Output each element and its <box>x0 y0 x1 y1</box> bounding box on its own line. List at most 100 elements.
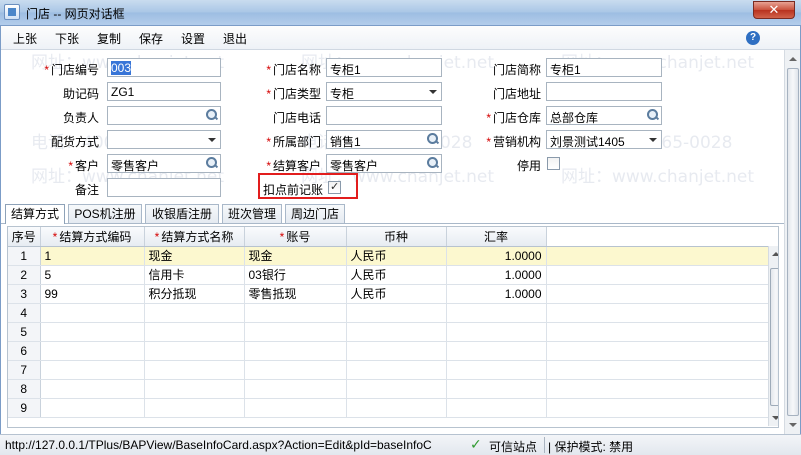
column-header-index[interactable]: 序号 <box>8 227 41 247</box>
cell-currency[interactable] <box>346 360 447 380</box>
customer-input[interactable]: 零售客户 <box>107 154 221 173</box>
store-code-input[interactable]: 003 <box>107 58 221 77</box>
cell-code[interactable]: 5 <box>40 265 145 285</box>
cell-rate[interactable] <box>446 341 547 361</box>
cell-rate[interactable] <box>446 398 547 418</box>
tab-cash-shield[interactable]: 收银盾注册 <box>145 204 219 223</box>
settle-customer-input[interactable]: 零售客户 <box>326 154 442 173</box>
tab-pos-registration[interactable]: POS机注册 <box>68 204 142 223</box>
search-icon[interactable] <box>427 133 438 144</box>
column-header-code[interactable]: * 结算方式编码 <box>40 227 145 247</box>
help-icon[interactable]: ? <box>746 31 760 45</box>
manager-input[interactable] <box>107 106 221 125</box>
cell-account[interactable]: 03银行 <box>244 265 347 285</box>
cell-rate[interactable] <box>446 360 547 380</box>
table-row[interactable]: 9 <box>8 398 778 418</box>
store-name-input[interactable]: 专柜1 <box>326 58 442 77</box>
search-icon[interactable] <box>206 109 217 120</box>
prev-record-button[interactable]: 上张 <box>13 30 37 47</box>
cell-currency[interactable] <box>346 379 447 399</box>
chevron-down-icon[interactable] <box>208 138 216 142</box>
cell-currency[interactable] <box>346 341 447 361</box>
cell-code[interactable]: 99 <box>40 284 145 304</box>
cell-code[interactable]: 1 <box>40 246 145 266</box>
cell-currency[interactable] <box>346 322 447 342</box>
table-row[interactable]: 4 <box>8 303 778 323</box>
cell-name[interactable] <box>144 341 245 361</box>
delivery-mode-select[interactable] <box>107 130 221 149</box>
cell-account[interactable]: 现金 <box>244 246 347 266</box>
cell-account[interactable] <box>244 322 347 342</box>
cell-code[interactable] <box>40 379 145 399</box>
table-row[interactable]: 1 1 现金 现金 人民币 1.0000 <box>8 246 778 266</box>
cell-rate[interactable]: 1.0000 <box>446 284 547 304</box>
scroll-thumb[interactable] <box>787 68 799 416</box>
cell-rate[interactable] <box>446 303 547 323</box>
cell-name[interactable] <box>144 360 245 380</box>
window-vertical-scrollbar[interactable] <box>784 50 800 434</box>
cell-code[interactable] <box>40 398 145 418</box>
store-short-input[interactable]: 专柜1 <box>546 58 662 77</box>
cell-name[interactable]: 积分抵现 <box>144 284 245 304</box>
cell-currency[interactable]: 人民币 <box>346 284 447 304</box>
scroll-down-icon[interactable] <box>787 419 799 431</box>
tab-settlement[interactable]: 结算方式 <box>5 204 65 224</box>
cell-rate[interactable]: 1.0000 <box>446 246 547 266</box>
cell-code[interactable] <box>40 322 145 342</box>
cell-account[interactable] <box>244 303 347 323</box>
column-header-rate[interactable]: 汇率 <box>446 227 547 247</box>
cell-rate[interactable] <box>446 379 547 399</box>
sales-org-select[interactable]: 刘景测试1405 <box>546 130 662 149</box>
cell-account[interactable]: 零售抵现 <box>244 284 347 304</box>
close-button[interactable]: ✕ <box>753 1 795 19</box>
remark-input[interactable] <box>107 178 221 197</box>
scroll-down-icon[interactable] <box>770 412 778 424</box>
scroll-up-icon[interactable] <box>770 248 778 260</box>
table-row[interactable]: 6 <box>8 341 778 361</box>
chevron-down-icon[interactable] <box>649 138 657 142</box>
cell-account[interactable] <box>244 398 347 418</box>
cell-rate[interactable] <box>446 322 547 342</box>
column-header-account[interactable]: * 账号 <box>244 227 347 247</box>
cell-currency[interactable] <box>346 303 447 323</box>
cell-name[interactable] <box>144 322 245 342</box>
cell-code[interactable] <box>40 303 145 323</box>
search-icon[interactable] <box>647 109 658 120</box>
column-header-currency[interactable]: 币种 <box>346 227 447 247</box>
store-warehouse-input[interactable]: 总部仓库 <box>546 106 662 125</box>
cell-account[interactable] <box>244 379 347 399</box>
chevron-down-icon[interactable] <box>429 90 437 94</box>
next-record-button[interactable]: 下张 <box>55 30 79 47</box>
cell-code[interactable] <box>40 360 145 380</box>
search-icon[interactable] <box>206 157 217 168</box>
cell-currency[interactable]: 人民币 <box>346 246 447 266</box>
save-button[interactable]: 保存 <box>139 30 163 47</box>
cell-currency[interactable] <box>346 398 447 418</box>
cell-name[interactable]: 现金 <box>144 246 245 266</box>
cell-account[interactable] <box>244 360 347 380</box>
table-row[interactable]: 7 <box>8 360 778 380</box>
exit-button[interactable]: 退出 <box>223 30 247 47</box>
cell-account[interactable] <box>244 341 347 361</box>
copy-button[interactable]: 复制 <box>97 30 121 47</box>
cell-name[interactable] <box>144 379 245 399</box>
cell-name[interactable]: 信用卡 <box>144 265 245 285</box>
disabled-checkbox[interactable] <box>547 157 560 170</box>
cell-currency[interactable]: 人民币 <box>346 265 447 285</box>
department-input[interactable]: 销售1 <box>326 130 442 149</box>
table-row[interactable]: 5 <box>8 322 778 342</box>
table-row[interactable]: 8 <box>8 379 778 399</box>
scroll-up-icon[interactable] <box>787 53 799 65</box>
store-type-select[interactable]: 专柜 <box>326 82 442 101</box>
search-icon[interactable] <box>427 157 438 168</box>
grid-vertical-scrollbar[interactable] <box>768 246 778 426</box>
tab-shifts[interactable]: 班次管理 <box>222 204 282 223</box>
column-header-name[interactable]: * 结算方式名称 <box>144 227 245 247</box>
table-row[interactable]: 3 99 积分抵现 零售抵现 人民币 1.0000 <box>8 284 778 304</box>
mnemonic-input[interactable]: ZG1 <box>107 82 221 101</box>
store-address-input[interactable] <box>546 82 662 101</box>
cell-rate[interactable]: 1.0000 <box>446 265 547 285</box>
cell-code[interactable] <box>40 341 145 361</box>
cell-name[interactable] <box>144 303 245 323</box>
settings-button[interactable]: 设置 <box>181 30 205 47</box>
